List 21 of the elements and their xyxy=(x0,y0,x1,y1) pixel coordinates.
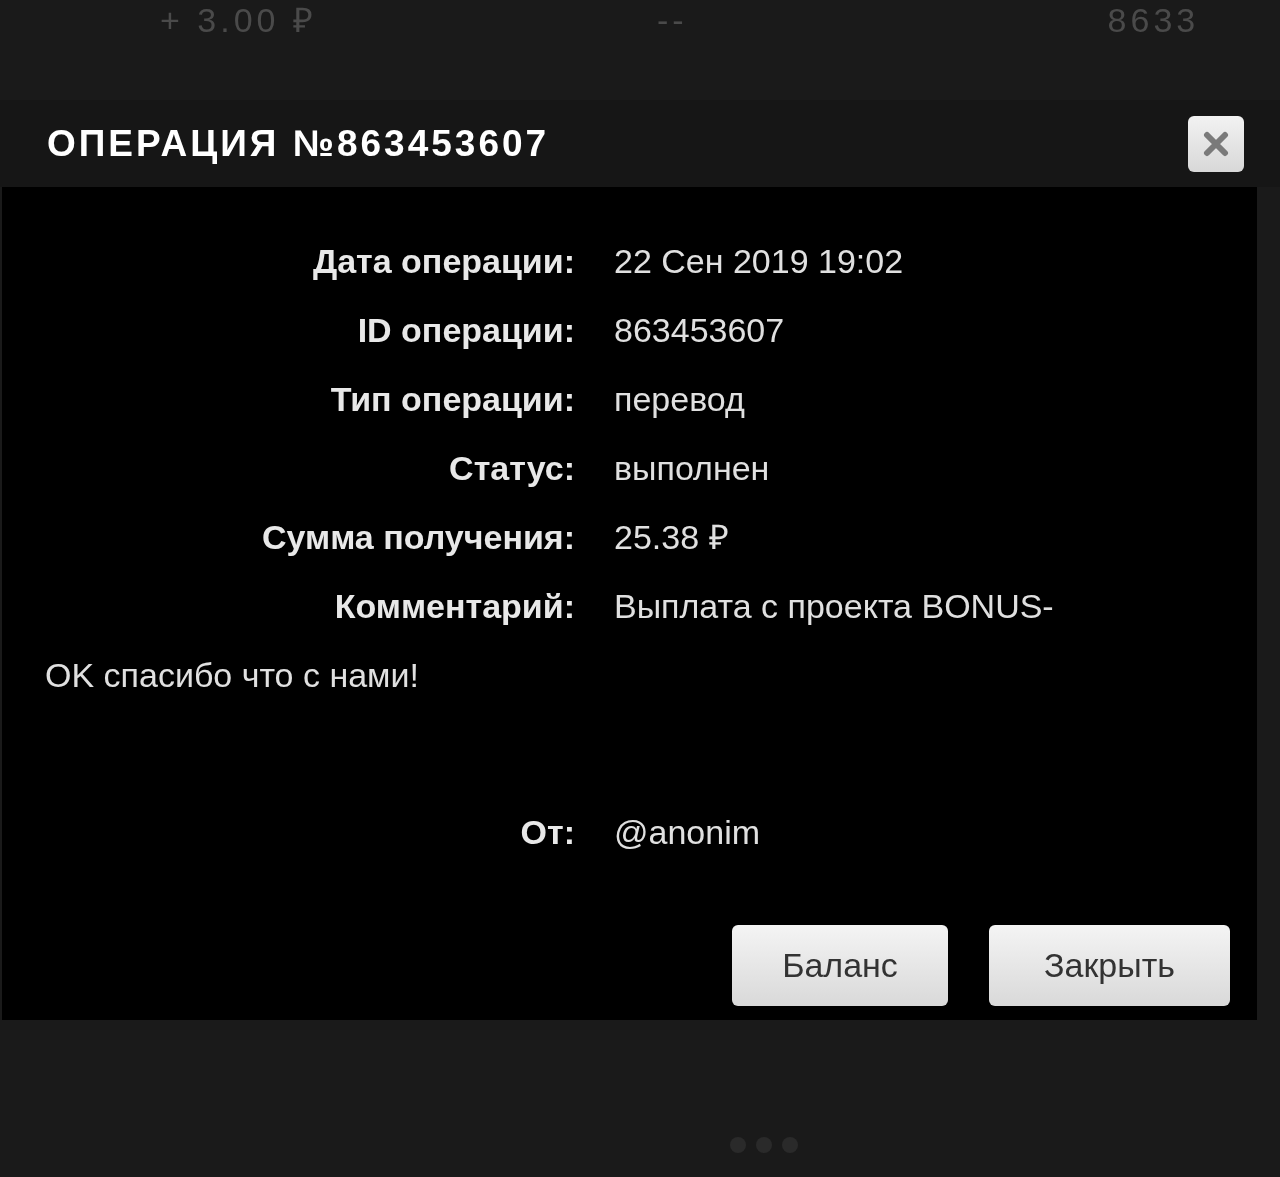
field-label: Тип операции: xyxy=(329,379,575,420)
balance-button[interactable]: Баланс xyxy=(732,925,948,1006)
field-value: выполнен xyxy=(614,448,770,489)
background-text: -- xyxy=(656,0,688,40)
field-label: Статус: xyxy=(448,448,575,489)
close-button[interactable] xyxy=(1188,115,1244,172)
close-dialog-button[interactable]: Закрыть xyxy=(989,925,1230,1006)
field-value: @anonim xyxy=(614,812,761,853)
field-value: 25.38 ₽ xyxy=(614,517,729,558)
field-value: Выплата с проекта BONUS- xyxy=(614,586,1054,627)
close-icon xyxy=(1203,130,1229,157)
dialog-title: ОПЕРАЦИЯ №863453607 xyxy=(47,121,550,166)
field-label: От: xyxy=(519,812,575,853)
field-value: OK спасибо что с нами! xyxy=(45,655,419,696)
field-value: 863453607 xyxy=(614,310,785,351)
field-value: перевод xyxy=(614,379,745,420)
field-label: Дата операции: xyxy=(311,241,575,282)
field-label: ID операции: xyxy=(356,310,575,351)
field-label: Сумма получения: xyxy=(261,517,575,558)
field-value: 22 Сен 2019 19:02 xyxy=(614,241,904,282)
field-label: Комментарий: xyxy=(333,586,575,627)
